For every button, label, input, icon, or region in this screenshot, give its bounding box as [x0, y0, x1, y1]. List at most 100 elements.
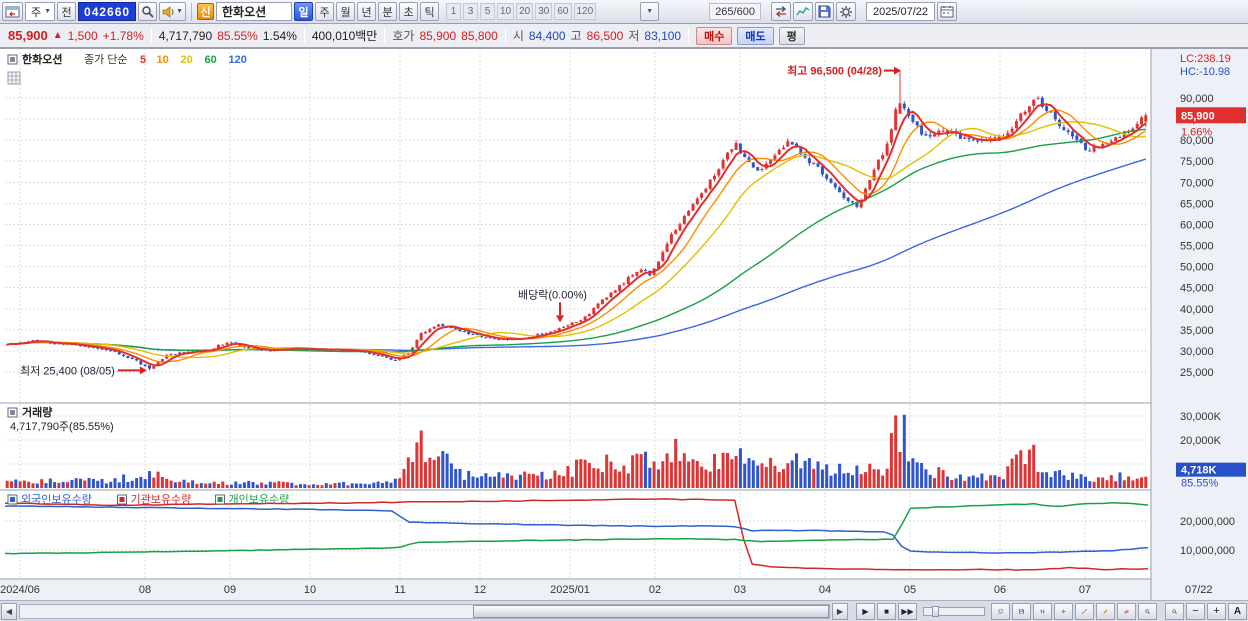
symbol-type-combo[interactable]: 주 ▼	[25, 2, 56, 21]
svg-text:09: 09	[224, 584, 236, 596]
svg-text:30,000K: 30,000K	[1180, 411, 1222, 423]
arrows-icon	[775, 6, 786, 17]
period-weekly-button[interactable]: 주	[315, 2, 334, 21]
auto-scale-button[interactable]: A	[1228, 602, 1247, 620]
prev-window-icon[interactable]	[2, 2, 23, 21]
interval-20-button[interactable]: 20	[516, 3, 534, 20]
fast-forward-icon[interactable]: ▶▶	[898, 602, 917, 620]
jeon-button[interactable]: 전	[57, 2, 77, 21]
trendline-icon[interactable]	[1075, 602, 1094, 620]
stock-code-input[interactable]	[78, 2, 137, 21]
period-minute-button[interactable]: 분	[378, 2, 397, 21]
scroll-left-icon[interactable]: ◀	[1, 602, 17, 620]
high-label: 고	[570, 29, 582, 43]
compare-icon[interactable]	[770, 2, 791, 21]
svg-text:03: 03	[734, 584, 746, 596]
windows-icon	[998, 608, 1003, 613]
scrollbar-track[interactable]	[19, 603, 830, 619]
high-price: 86,500	[586, 28, 624, 43]
magnifier-icon	[1172, 609, 1177, 614]
stop-icon[interactable]: ■	[877, 602, 896, 620]
magnifier-q-icon[interactable]	[1165, 602, 1184, 620]
interval-30-button[interactable]: 30	[535, 3, 553, 20]
interval-dropdown-icon[interactable]: ▼	[640, 2, 660, 21]
calendar-icon[interactable]	[937, 2, 958, 21]
svg-text:한화오션: 한화오션	[22, 52, 62, 66]
zoom-out-button[interactable]: −	[1186, 602, 1205, 620]
period-tick-button[interactable]: 틱	[420, 2, 439, 21]
interval-5-button[interactable]: 5	[480, 3, 495, 20]
play-icon[interactable]: ▶	[856, 602, 875, 620]
svg-text:40,000: 40,000	[1180, 304, 1214, 316]
svg-text:02: 02	[649, 584, 661, 596]
price-change-pct: +1.78%	[102, 28, 144, 43]
divider	[303, 28, 305, 43]
chart-window: 주 ▼ 전 ▼ 신 한화오션 일 주 월 년 분 초 틱 1 3 5 10 20…	[0, 0, 1248, 621]
line-icon	[1082, 608, 1087, 614]
svg-text:60,000: 60,000	[1180, 219, 1214, 231]
draw-icon[interactable]	[1096, 602, 1115, 620]
svg-text:20,000K: 20,000K	[1180, 435, 1222, 447]
interval-10-button[interactable]: 10	[497, 3, 515, 20]
svg-text:4,717,790주(85.55%): 4,717,790주(85.55%)	[10, 421, 114, 433]
save-image-icon[interactable]	[1012, 602, 1031, 620]
zoom-slider[interactable]	[923, 605, 985, 617]
date-field[interactable]: 2025/07/22	[865, 2, 936, 21]
interval-1-button[interactable]: 1	[446, 3, 461, 20]
svg-text:60: 60	[205, 54, 217, 66]
search-icon[interactable]	[138, 2, 158, 21]
avg-button[interactable]: 평	[778, 26, 805, 45]
svg-text:20: 20	[181, 54, 193, 66]
svg-text:거래량: 거래량	[22, 405, 52, 419]
open-price: 84,400	[528, 28, 566, 43]
interval-60-button[interactable]: 60	[554, 3, 572, 20]
svg-text:LC:238.19: LC:238.19	[1180, 53, 1231, 65]
svg-text:최고 96,500 (04/28): 최고 96,500 (04/28)	[787, 64, 882, 78]
eraser-glyph-icon	[1124, 609, 1129, 613]
svg-text:2025/01: 2025/01	[550, 584, 590, 596]
magnifier-icon	[1145, 609, 1150, 614]
svg-text:75,000: 75,000	[1180, 156, 1214, 168]
svg-text:05: 05	[904, 584, 916, 596]
svg-text:08: 08	[139, 584, 151, 596]
zoom-in-button[interactable]: +	[1207, 602, 1226, 620]
chart-type-icon[interactable]	[1033, 602, 1052, 620]
save-icon[interactable]	[814, 2, 834, 21]
settings-icon[interactable]	[835, 2, 856, 21]
sell-button[interactable]: 매도	[737, 26, 774, 45]
buy-button[interactable]: 매수	[696, 26, 733, 45]
chevron-down-icon: ▼	[176, 8, 183, 15]
scroll-right-icon[interactable]: ▶	[832, 602, 848, 620]
zoom-slider-thumb[interactable]	[932, 605, 939, 617]
chart-area[interactable]: 90,00085,00080,00075,00070,00065,00060,0…	[0, 48, 1248, 600]
speaker-icon[interactable]: ▼	[159, 2, 186, 21]
interval-120-button[interactable]: 120	[573, 3, 597, 20]
indicator-icon[interactable]	[792, 2, 813, 21]
svg-text:120: 120	[229, 54, 247, 66]
period-daily-button[interactable]: 일	[294, 2, 313, 21]
interval-3-button[interactable]: 3	[463, 3, 478, 20]
main-toolbar: 주 ▼ 전 ▼ 신 한화오션 일 주 월 년 분 초 틱 1 3 5 10 20…	[0, 0, 1248, 24]
scrollbar-thumb[interactable]	[473, 604, 829, 618]
divider	[191, 2, 192, 21]
svg-text:85.55%: 85.55%	[1181, 478, 1219, 490]
current-price: 85,900	[8, 28, 48, 43]
svg-text:5: 5	[140, 54, 146, 66]
divider	[688, 28, 690, 43]
popup-icon[interactable]	[991, 602, 1010, 620]
zoom-tool-icon[interactable]	[1138, 602, 1157, 620]
crosshair-icon[interactable]	[1054, 602, 1073, 620]
volume-ratio: 85.55%	[217, 28, 258, 43]
period-second-button[interactable]: 초	[399, 2, 418, 21]
price-change: 1,500	[67, 28, 98, 43]
chevron-down-icon: ▼	[646, 8, 654, 15]
svg-text:65,000: 65,000	[1180, 198, 1214, 210]
svg-text:07/22: 07/22	[1185, 584, 1213, 596]
period-monthly-button[interactable]: 월	[336, 2, 355, 21]
stock-chart[interactable]: 90,00085,00080,00075,00070,00065,00060,0…	[0, 48, 1248, 600]
svg-text:11: 11	[394, 584, 405, 596]
period-yearly-button[interactable]: 년	[357, 2, 376, 21]
svg-text:35,000: 35,000	[1180, 325, 1214, 337]
eraser-icon[interactable]	[1117, 602, 1136, 620]
low-price: 83,100	[644, 28, 682, 43]
